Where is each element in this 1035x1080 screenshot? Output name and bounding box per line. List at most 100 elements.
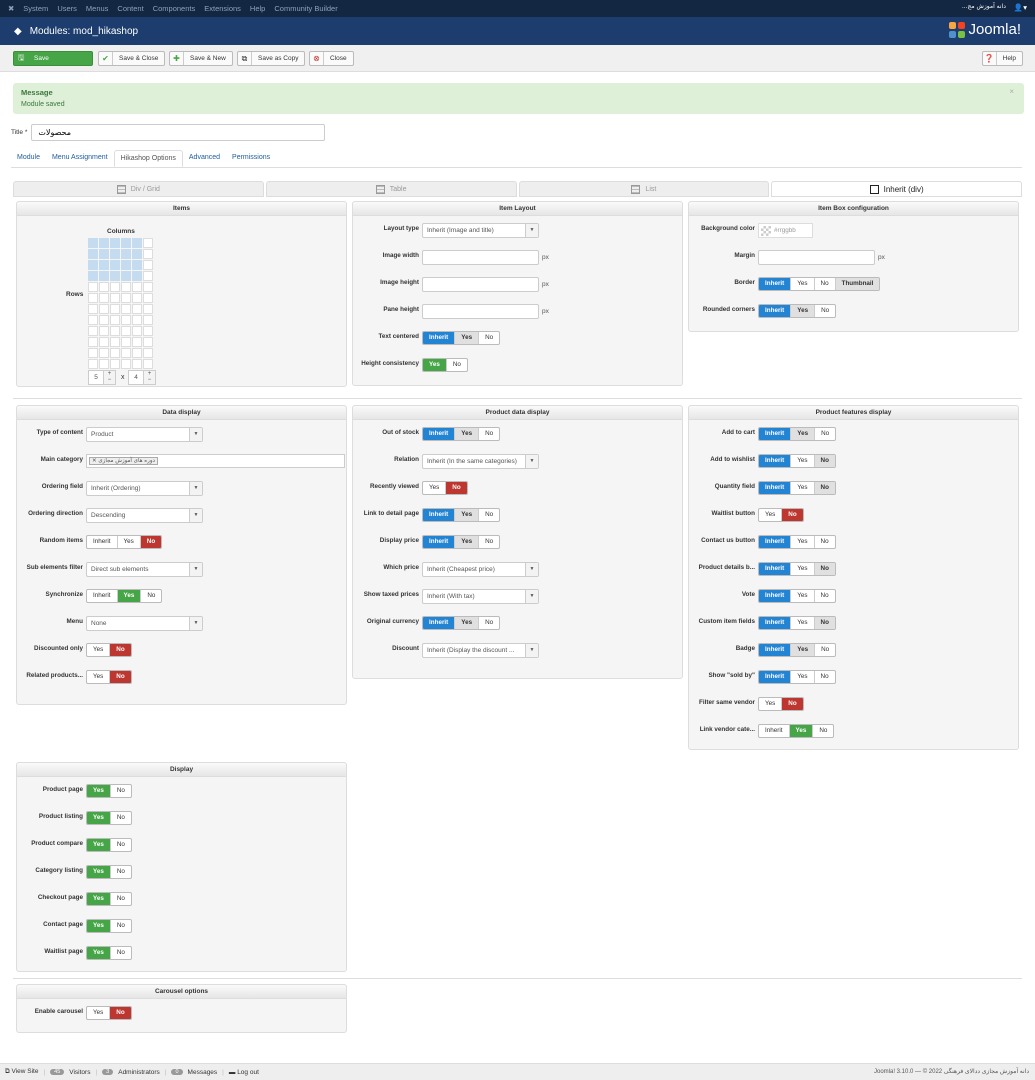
layout-tab-list[interactable]: List	[518, 181, 770, 197]
tab-advanced[interactable]: Advanced	[183, 150, 226, 167]
option-yes[interactable]: Yes	[87, 812, 111, 824]
option-yes[interactable]: Yes	[423, 482, 447, 494]
option-inherit[interactable]: Inherit	[423, 617, 456, 629]
option-yes[interactable]: Yes	[791, 536, 815, 548]
option-no[interactable]: No	[815, 278, 836, 290]
grid-cell[interactable]	[110, 348, 120, 358]
option-inherit[interactable]: Inherit	[423, 332, 456, 344]
view-site-link[interactable]: ⧉ View Site	[5, 1068, 38, 1076]
grid-cell[interactable]	[99, 304, 109, 314]
grid-cell[interactable]	[110, 326, 120, 336]
grid-cell[interactable]	[132, 348, 142, 358]
save-button[interactable]: 🖫 Save	[13, 51, 93, 66]
option-inherit[interactable]: Inherit	[759, 644, 792, 656]
grid-cell[interactable]	[99, 359, 109, 369]
option-yes[interactable]: Yes	[87, 1007, 111, 1019]
option-thumbnail[interactable]: Thumbnail	[835, 278, 880, 290]
columns-stepper[interactable]: 5 + −	[88, 370, 116, 385]
grid-cell[interactable]	[121, 293, 131, 303]
grid-cell[interactable]	[88, 249, 98, 259]
grid-cell[interactable]	[132, 359, 142, 369]
grid-cell[interactable]	[110, 304, 120, 314]
grid-cell[interactable]	[88, 293, 98, 303]
option-yes[interactable]: Yes	[759, 698, 783, 710]
grid-cell[interactable]	[99, 315, 109, 325]
grid-cell[interactable]	[99, 337, 109, 347]
grid-cell[interactable]	[88, 304, 98, 314]
grid-cell[interactable]	[110, 271, 120, 281]
grid-cell[interactable]	[99, 348, 109, 358]
grid-cell[interactable]	[99, 249, 109, 259]
grid-cell[interactable]	[88, 238, 98, 248]
option-inherit[interactable]: Inherit	[759, 428, 792, 440]
close-button[interactable]: ⊗ Close	[309, 51, 354, 66]
option-yes[interactable]: Yes	[87, 671, 111, 683]
items-grid-picker[interactable]	[88, 238, 153, 369]
option-no[interactable]: No	[479, 617, 499, 629]
grid-cell[interactable]	[121, 260, 131, 270]
grid-cell[interactable]	[132, 260, 142, 270]
grid-cell[interactable]	[143, 359, 153, 369]
nav-community-builder[interactable]: Community Builder	[274, 4, 337, 13]
grid-cell[interactable]	[132, 271, 142, 281]
main-category-input[interactable]: دوره های آموزش مجازی ✕	[86, 454, 345, 468]
layout-type-select[interactable]: Inherit (Image and title) ▼	[422, 223, 539, 238]
layout-tab-inherit-div[interactable]: Inherit (div)	[771, 181, 1022, 197]
option-inherit[interactable]: Inherit	[759, 482, 792, 494]
option-yes[interactable]: Yes	[791, 278, 815, 290]
save-new-button[interactable]: ✚ Save & New	[169, 51, 233, 66]
grid-cell[interactable]	[143, 260, 153, 270]
grid-cell[interactable]	[143, 238, 153, 248]
option-yes[interactable]: Yes	[791, 671, 815, 683]
messages-label[interactable]: Messages	[188, 1069, 218, 1076]
grid-cell[interactable]	[143, 293, 153, 303]
option-no[interactable]: No	[141, 590, 161, 602]
grid-cell[interactable]	[88, 282, 98, 292]
option-no[interactable]: No	[111, 866, 131, 878]
option-inherit[interactable]: Inherit	[423, 509, 456, 521]
option-no[interactable]: No	[479, 332, 499, 344]
option-no[interactable]: No	[813, 725, 833, 737]
ordering-direction-select[interactable]: Descending ▼	[86, 508, 203, 523]
logout-link[interactable]: ▬ Log out	[229, 1069, 259, 1076]
grid-cell[interactable]	[110, 238, 120, 248]
option-yes[interactable]: Yes	[791, 590, 815, 602]
grid-cell[interactable]	[88, 326, 98, 336]
grid-cell[interactable]	[88, 348, 98, 358]
option-yes[interactable]: Yes	[759, 509, 783, 521]
option-no[interactable]: No	[111, 947, 131, 959]
nav-users[interactable]: Users	[57, 4, 77, 13]
grid-cell[interactable]	[88, 271, 98, 281]
grid-cell[interactable]	[132, 315, 142, 325]
grid-cell[interactable]	[88, 337, 98, 347]
joomla-menu-icon[interactable]: ✖	[8, 4, 14, 13]
grid-cell[interactable]	[143, 348, 153, 358]
nav-components[interactable]: Components	[153, 4, 196, 13]
option-no[interactable]: No	[815, 305, 835, 317]
grid-cell[interactable]	[121, 359, 131, 369]
grid-cell[interactable]	[132, 282, 142, 292]
grid-cell[interactable]	[132, 326, 142, 336]
nav-extensions[interactable]: Extensions	[204, 4, 241, 13]
option-inherit[interactable]: Inherit	[759, 536, 792, 548]
option-inherit[interactable]: Inherit	[87, 590, 118, 602]
grid-cell[interactable]	[121, 249, 131, 259]
option-no[interactable]: No	[447, 359, 467, 371]
option-yes[interactable]: Yes	[455, 617, 480, 629]
option-inherit[interactable]: Inherit	[759, 590, 792, 602]
grid-cell[interactable]	[121, 271, 131, 281]
option-no[interactable]: No	[815, 536, 835, 548]
option-inherit[interactable]: Inherit	[759, 278, 792, 290]
option-inherit[interactable]: Inherit	[759, 617, 792, 629]
option-inherit[interactable]: Inherit	[423, 536, 456, 548]
option-inherit[interactable]: Inherit	[759, 725, 790, 737]
grid-cell[interactable]	[110, 359, 120, 369]
option-yes[interactable]: Yes	[87, 893, 111, 905]
option-yes[interactable]: Yes	[455, 428, 480, 440]
grid-cell[interactable]	[132, 337, 142, 347]
option-yes[interactable]: Yes	[791, 644, 816, 656]
option-inherit[interactable]: Inherit	[759, 671, 792, 683]
relation-select[interactable]: Inherit (In the same categories) ▼	[422, 454, 539, 469]
grid-cell[interactable]	[110, 315, 120, 325]
option-no[interactable]: No	[111, 920, 131, 932]
